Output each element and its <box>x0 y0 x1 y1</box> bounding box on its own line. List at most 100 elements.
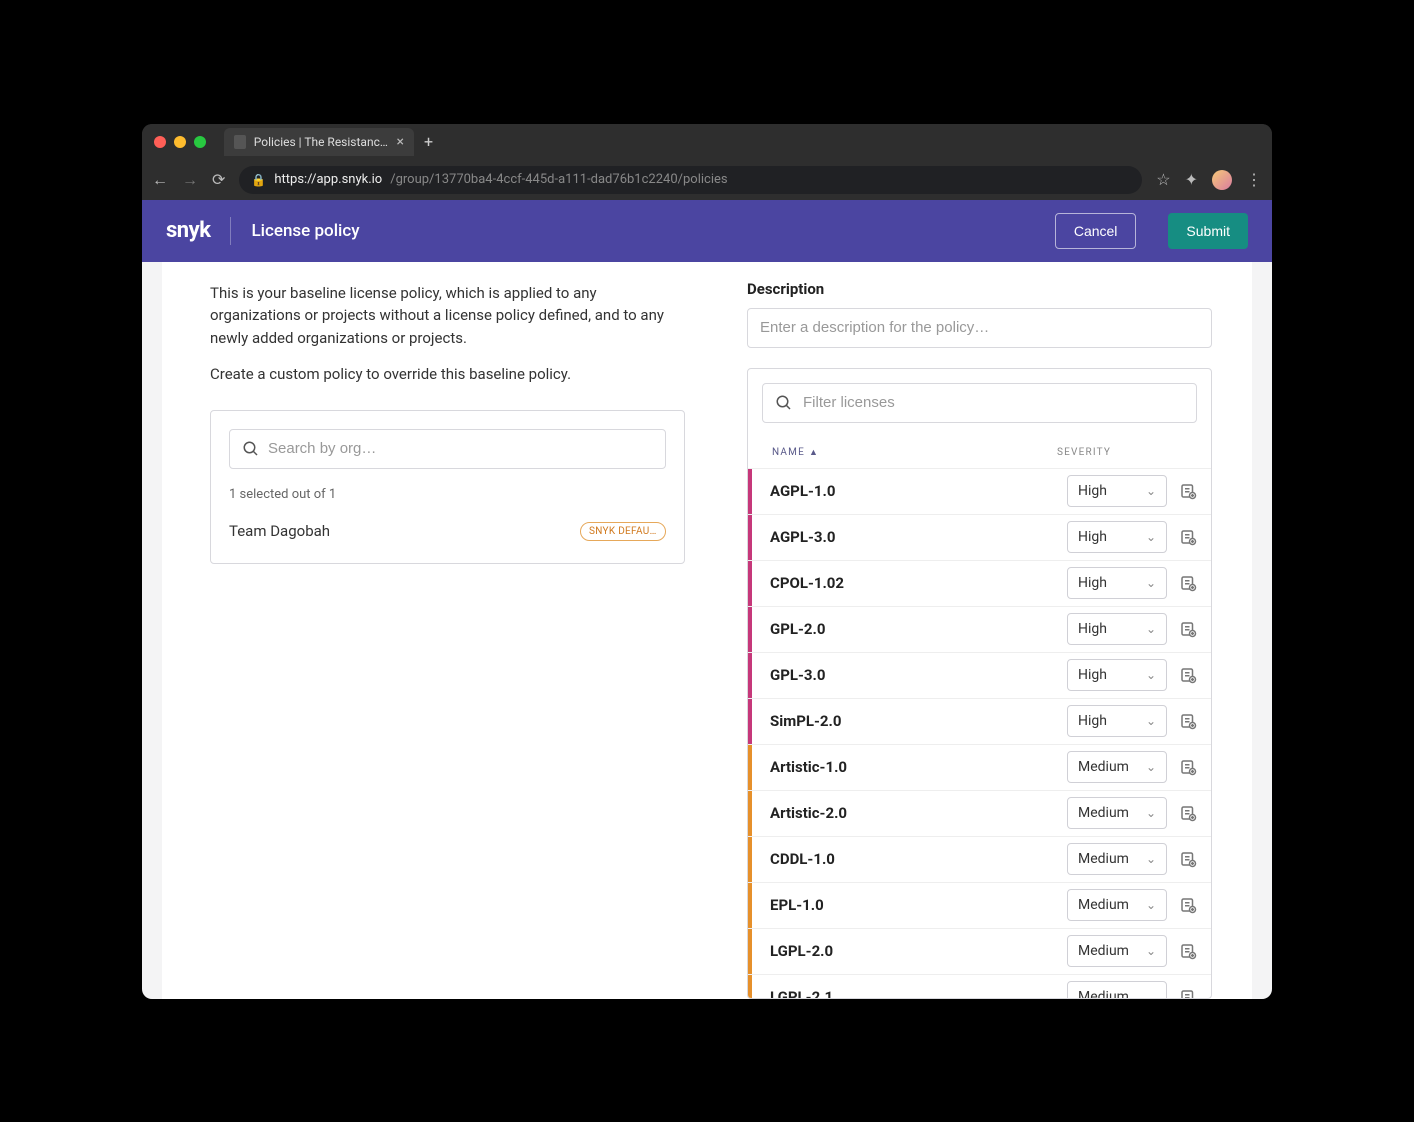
reload-button[interactable]: ⟳ <box>212 170 225 189</box>
app: snyk License policy Cancel Submit This i… <box>142 200 1272 999</box>
severity-select[interactable]: Medium ⌄ <box>1067 797 1167 829</box>
severity-select[interactable]: Medium ⌄ <box>1067 981 1167 998</box>
org-panel: 1 selected out of 1 Team Dagobah SNYK DE… <box>210 410 685 564</box>
titlebar: Policies | The Resistance | Sny × + <box>142 124 1272 160</box>
severity-select[interactable]: Medium ⌄ <box>1067 935 1167 967</box>
window-maximize-button[interactable] <box>194 136 206 148</box>
license-name: AGPL-1.0 <box>770 482 1067 500</box>
severity-value: Medium <box>1078 943 1129 959</box>
license-name: GPL-2.0 <box>770 620 1067 638</box>
col-name-header[interactable]: NAME ▲ <box>772 447 1057 458</box>
severity-value: Medium <box>1078 897 1129 913</box>
org-row[interactable]: Team Dagobah SNYK DEFAUL… <box>229 518 666 545</box>
severity-bar <box>748 883 752 928</box>
add-instruction-icon[interactable] <box>1179 896 1197 914</box>
address-bar[interactable]: 🔒 https://app.snyk.io/group/13770ba4-4cc… <box>239 166 1142 194</box>
description-input[interactable] <box>747 308 1212 348</box>
favicon <box>234 135 246 149</box>
browser-window: Policies | The Resistance | Sny × + ← → … <box>142 124 1272 999</box>
forward-button[interactable]: → <box>182 170 198 190</box>
license-name: GPL-3.0 <box>770 666 1067 684</box>
severity-select[interactable]: High ⌄ <box>1067 705 1167 737</box>
profile-avatar[interactable] <box>1212 170 1232 190</box>
chevron-down-icon: ⌄ <box>1146 852 1156 866</box>
window-minimize-button[interactable] <box>174 136 186 148</box>
right-column: Description NAME ▲ <box>717 262 1252 999</box>
severity-value: Medium <box>1078 851 1129 867</box>
license-filter-field[interactable] <box>762 383 1197 423</box>
description-label: Description <box>747 280 1252 298</box>
severity-select[interactable]: Medium ⌄ <box>1067 751 1167 783</box>
add-instruction-icon[interactable] <box>1179 528 1197 546</box>
org-name: Team Dagobah <box>229 522 330 540</box>
extensions-icon[interactable]: ✦ <box>1185 170 1198 189</box>
submit-button[interactable]: Submit <box>1168 213 1248 249</box>
col-severity-header[interactable]: SEVERITY <box>1057 447 1187 458</box>
severity-bar <box>748 975 752 998</box>
intro-paragraph-2: Create a custom policy to override this … <box>210 363 685 386</box>
chevron-down-icon: ⌄ <box>1146 714 1156 728</box>
close-tab-icon[interactable]: × <box>397 134 404 150</box>
add-instruction-icon[interactable] <box>1179 988 1197 998</box>
search-icon <box>775 394 793 412</box>
lock-icon: 🔒 <box>251 173 266 187</box>
chevron-down-icon: ⌄ <box>1146 576 1156 590</box>
logo[interactable]: snyk <box>166 218 210 243</box>
severity-value: High <box>1078 621 1107 637</box>
license-name: Artistic-1.0 <box>770 758 1067 776</box>
severity-select[interactable]: Medium ⌄ <box>1067 889 1167 921</box>
chevron-down-icon: ⌄ <box>1146 530 1156 544</box>
org-search-field[interactable] <box>229 429 666 469</box>
new-tab-button[interactable]: + <box>424 132 433 151</box>
add-instruction-icon[interactable] <box>1179 712 1197 730</box>
chevron-down-icon: ⌄ <box>1146 484 1156 498</box>
severity-value: Medium <box>1078 805 1129 821</box>
org-search-input[interactable] <box>268 440 653 457</box>
license-row: CDDL-1.0 Medium ⌄ <box>748 836 1211 882</box>
severity-select[interactable]: High ⌄ <box>1067 567 1167 599</box>
license-name: CDDL-1.0 <box>770 850 1067 868</box>
severity-bar <box>748 607 752 652</box>
chevron-down-icon: ⌄ <box>1146 760 1156 774</box>
severity-select[interactable]: High ⌄ <box>1067 659 1167 691</box>
severity-bar <box>748 561 752 606</box>
star-icon[interactable]: ☆ <box>1156 170 1170 189</box>
intro-paragraph-1: This is your baseline license policy, wh… <box>210 282 685 350</box>
severity-value: High <box>1078 483 1107 499</box>
add-instruction-icon[interactable] <box>1179 574 1197 592</box>
severity-select[interactable]: High ⌄ <box>1067 613 1167 645</box>
cancel-button[interactable]: Cancel <box>1055 213 1137 249</box>
severity-value: Medium <box>1078 759 1129 775</box>
license-name: AGPL-3.0 <box>770 528 1067 546</box>
toolbar: ← → ⟳ 🔒 https://app.snyk.io/group/13770b… <box>142 160 1272 200</box>
license-row: AGPL-1.0 High ⌄ <box>748 468 1211 514</box>
chevron-down-icon: ⌄ <box>1146 806 1156 820</box>
add-instruction-icon[interactable] <box>1179 942 1197 960</box>
add-instruction-icon[interactable] <box>1179 666 1197 684</box>
add-instruction-icon[interactable] <box>1179 620 1197 638</box>
license-filter-input[interactable] <box>803 394 1184 411</box>
window-close-button[interactable] <box>154 136 166 148</box>
add-instruction-icon[interactable] <box>1179 850 1197 868</box>
content: This is your baseline license policy, wh… <box>162 262 1252 999</box>
severity-bar <box>748 699 752 744</box>
license-name: Artistic-2.0 <box>770 804 1067 822</box>
menu-icon[interactable]: ⋮ <box>1246 170 1262 189</box>
selected-count: 1 selected out of 1 <box>229 487 666 502</box>
add-instruction-icon[interactable] <box>1179 804 1197 822</box>
license-list: AGPL-1.0 High ⌄ AGPL-3.0 High ⌄ CPOL-1.0… <box>748 468 1211 998</box>
add-instruction-icon[interactable] <box>1179 758 1197 776</box>
severity-bar <box>748 791 752 836</box>
severity-select[interactable]: Medium ⌄ <box>1067 843 1167 875</box>
traffic-lights <box>154 136 206 148</box>
severity-select[interactable]: High ⌄ <box>1067 521 1167 553</box>
severity-value: Medium <box>1078 989 1129 998</box>
browser-tab[interactable]: Policies | The Resistance | Sny × <box>224 128 414 156</box>
url-path: /group/13770ba4-4ccf-445d-a111-dad76b1c2… <box>390 172 727 187</box>
header-divider <box>230 217 231 245</box>
severity-select[interactable]: High ⌄ <box>1067 475 1167 507</box>
back-button[interactable]: ← <box>152 170 168 190</box>
severity-bar <box>748 653 752 698</box>
add-instruction-icon[interactable] <box>1179 482 1197 500</box>
license-row: CPOL-1.02 High ⌄ <box>748 560 1211 606</box>
